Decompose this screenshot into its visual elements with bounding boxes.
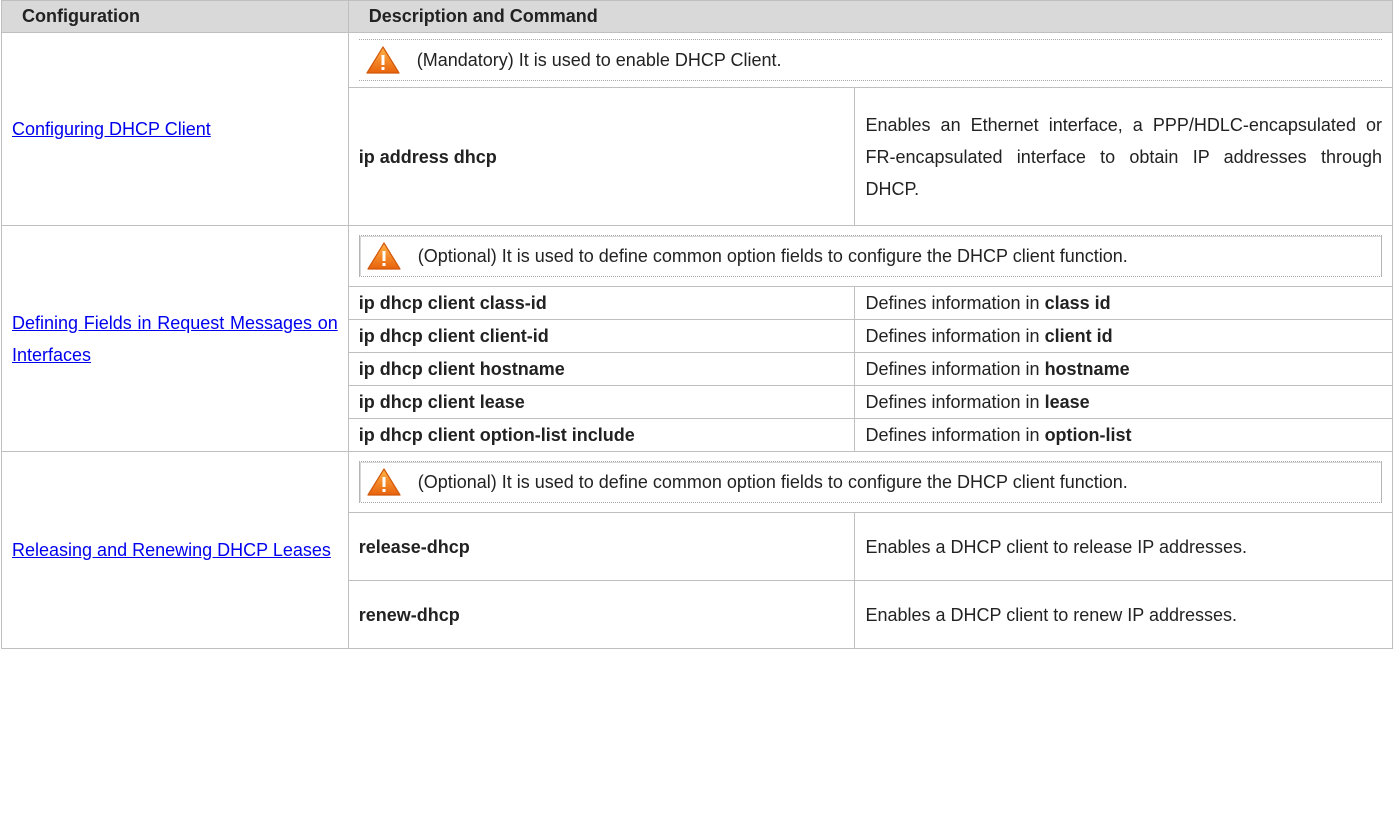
description-cell: Enables a DHCP client to release IP addr… xyxy=(854,512,1393,581)
config-link-releasing-renewing[interactable]: Releasing and Renewing DHCP Leases xyxy=(12,534,338,566)
warning-icon xyxy=(367,242,401,270)
config-cell: Configuring DHCP Client xyxy=(1,32,349,226)
section-note-row: Releasing and Renewing DHCP Leases (Opti… xyxy=(1,451,1394,649)
description-cell: Defines information in hostname xyxy=(854,352,1393,386)
description-prefix: Defines information in xyxy=(865,293,1045,313)
command-cell: ip dhcp client class-id xyxy=(347,286,856,320)
config-link-configuring-dhcp-client[interactable]: Configuring DHCP Client xyxy=(12,113,338,145)
command-cell: ip address dhcp xyxy=(347,87,856,226)
note-box: (Optional) It is used to define common o… xyxy=(358,461,1382,503)
header-description: Description and Command xyxy=(347,0,1394,33)
note-text: (Optional) It is used to define common o… xyxy=(417,472,1128,492)
warning-icon xyxy=(367,468,401,496)
description-keyword: client id xyxy=(1044,326,1113,346)
description-prefix: Defines information in xyxy=(865,392,1045,412)
command-cell: renew-dhcp xyxy=(347,580,856,649)
note-box: (Mandatory) It is used to enable DHCP Cl… xyxy=(358,39,1382,81)
description-cell: Defines information in client id xyxy=(854,319,1393,353)
configuration-table: Configuration Description and Command Co… xyxy=(1,0,1394,649)
warning-icon xyxy=(366,46,400,74)
page: Configuration Description and Command Co… xyxy=(0,0,1394,820)
description-cell: Defines information in option-list xyxy=(854,418,1393,452)
header-configuration: Configuration xyxy=(1,0,349,33)
description-keyword: option-list xyxy=(1044,425,1132,445)
note-cell: (Optional) It is used to define common o… xyxy=(347,225,1394,287)
description-cell: Defines information in lease xyxy=(854,385,1393,419)
description-cell: Enables an Ethernet interface, a PPP/HDL… xyxy=(854,87,1393,226)
config-link-defining-fields[interactable]: Defining Fields in Request Messages on I… xyxy=(12,307,338,371)
config-cell: Defining Fields in Request Messages on I… xyxy=(1,225,349,452)
description-cell: Defines information in class id xyxy=(854,286,1393,320)
note-cell: (Mandatory) It is used to enable DHCP Cl… xyxy=(347,32,1394,88)
note-cell: (Optional) It is used to define common o… xyxy=(347,451,1394,513)
note-text: (Mandatory) It is used to enable DHCP Cl… xyxy=(416,50,782,70)
description-prefix: Defines information in xyxy=(865,326,1045,346)
command-cell: ip dhcp client option-list include xyxy=(347,418,856,452)
table-header-row: Configuration Description and Command xyxy=(1,0,1394,33)
description-prefix: Defines information in xyxy=(865,425,1045,445)
section-note-row: Defining Fields in Request Messages on I… xyxy=(1,225,1394,452)
description-keyword: lease xyxy=(1044,392,1090,412)
description-cell: Enables a DHCP client to renew IP addres… xyxy=(854,580,1393,649)
description-keyword: hostname xyxy=(1044,359,1130,379)
note-box: (Optional) It is used to define common o… xyxy=(358,235,1382,277)
command-cell: ip dhcp client client-id xyxy=(347,319,856,353)
command-cell: ip dhcp client lease xyxy=(347,385,856,419)
command-cell: ip dhcp client hostname xyxy=(347,352,856,386)
config-cell: Releasing and Renewing DHCP Leases xyxy=(1,451,349,649)
description-prefix: Defines information in xyxy=(865,359,1045,379)
description-keyword: class id xyxy=(1044,293,1111,313)
note-text: (Optional) It is used to define common o… xyxy=(417,246,1128,266)
section-note-row: Configuring DHCP Client (Mandatory) It i… xyxy=(1,32,1394,226)
command-cell: release-dhcp xyxy=(347,512,856,581)
